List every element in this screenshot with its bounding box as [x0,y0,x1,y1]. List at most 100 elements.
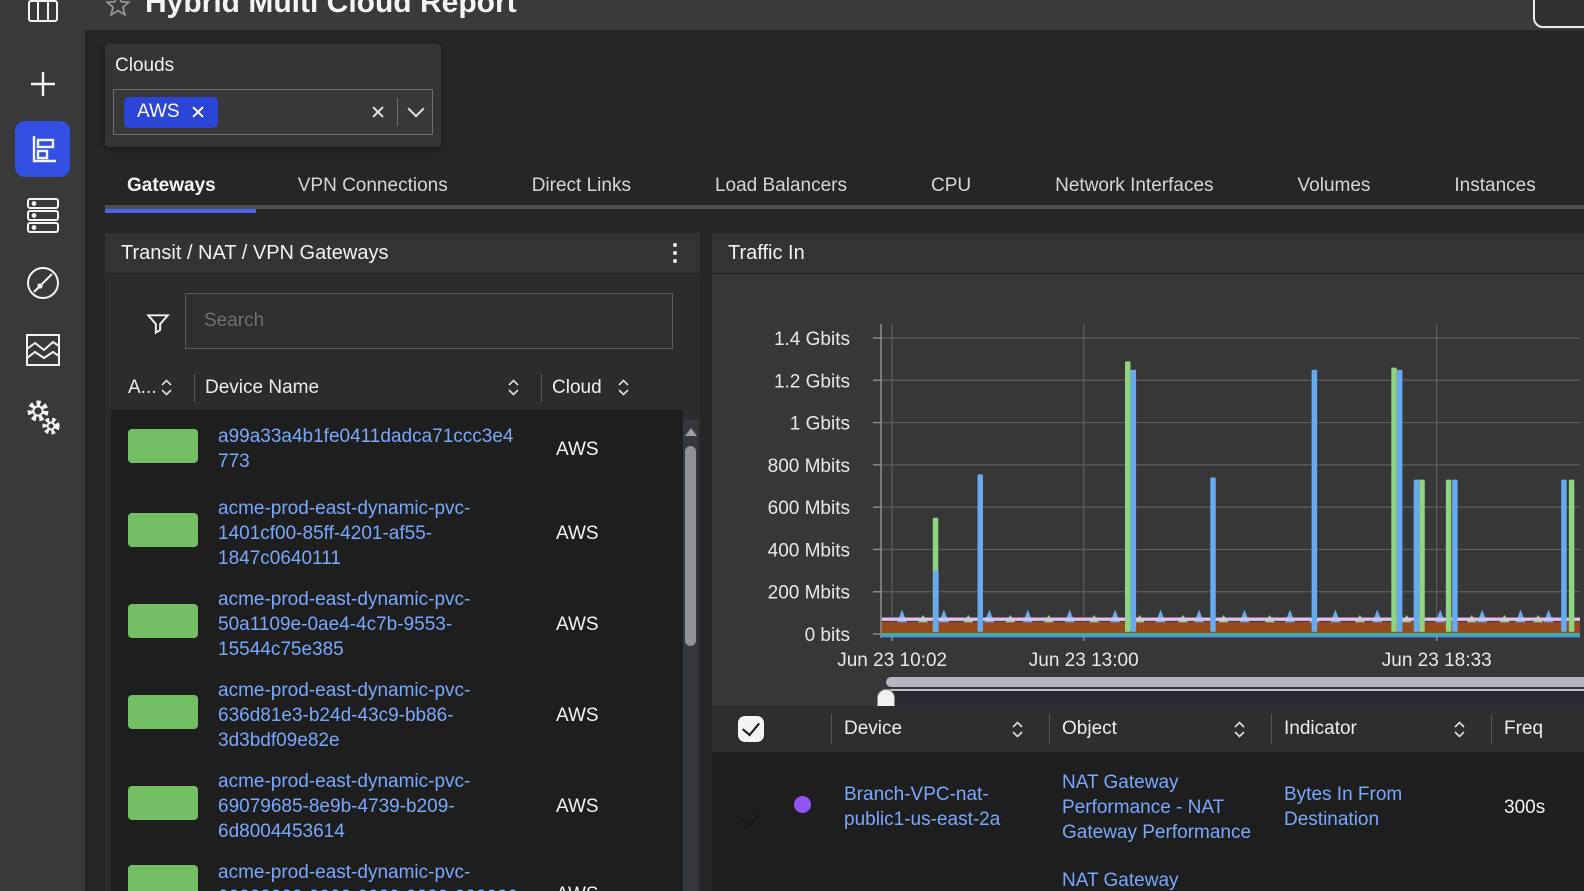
clouds-filter-label: Clouds [115,55,174,77]
tab-instances[interactable]: Instances [1412,168,1577,209]
tab-network-interfaces[interactable]: Network Interfaces [1013,168,1255,209]
gateways-panel-title: Transit / NAT / VPN Gateways [105,242,388,265]
device-link[interactable]: acme-prod-east-dynamic-pvc-1401cf00-85ff… [218,496,523,571]
column-header-freq[interactable]: Freq [1504,714,1584,744]
compass-icon[interactable] [0,255,85,311]
tab-load-balancers[interactable]: Load Balancers [673,168,889,209]
gateways-panel: Transit / NAT / VPN Gateways A... Device… [105,233,700,891]
cloud-value: AWS [523,794,683,819]
select-all-checkbox[interactable] [738,716,764,742]
data-table-icon[interactable] [0,0,85,42]
tab-bar: Gateways VPN Connections Direct Links Lo… [105,168,1584,209]
gateways-table-body: a99a33a4b1fe0411dadca71ccc3e4773 AWS acm… [111,410,683,891]
sort-icon[interactable] [1452,720,1467,739]
table-row[interactable]: acme-prod-east-dynamic-pvc-69079685-8e9b… [111,761,683,852]
inventory-icon[interactable] [0,188,85,244]
page-title: Hybrid Multi Cloud Report [145,0,517,20]
search-input[interactable] [185,293,673,349]
selected-cloud-tag[interactable]: AWS [124,97,218,128]
object-link[interactable]: NAT Gateway Performance - NAT Gateway Pe… [1062,770,1284,845]
table-row[interactable]: Branch-VPC-nat-public1-us-east-2a NAT Ga… [712,752,1584,862]
chart-zoom-track[interactable] [886,677,1584,687]
column-header-cloud[interactable]: Cloud [552,374,700,402]
svg-text:1.2 Gbits: 1.2 Gbits [774,371,850,392]
tab-vpn-connections[interactable]: VPN Connections [256,168,490,209]
sort-icon[interactable] [616,378,631,397]
traffic-panel-header: Traffic In [712,233,1584,274]
svg-text:0 bits: 0 bits [805,625,850,646]
svg-text:1.4 Gbits: 1.4 Gbits [774,329,850,350]
chevron-down-icon[interactable] [408,101,425,118]
sort-icon[interactable] [506,378,521,397]
traffic-chart: 1.4 Gbits1.2 Gbits1 Gbits800 Mbits600 Mb… [712,316,1584,676]
column-header-device-name[interactable]: Device Name [205,374,542,402]
cloud-value: AWS [523,437,683,462]
object-link[interactable]: NAT Gateway [1062,868,1284,891]
column-header-color [794,714,832,744]
tab-cpu[interactable]: CPU [889,168,1013,209]
gateways-table-header: A... Device Name Cloud [105,365,700,410]
device-link[interactable]: Branch-VPC-nat-public1-us-east-2a [844,782,1062,832]
top-bar: Hybrid Multi Cloud Report [85,0,1584,30]
sort-icon[interactable] [1010,720,1025,739]
table-row[interactable]: acme-prod-east-dynamic-pvc-636d81e3-b24d… [111,670,683,761]
column-header-indicator[interactable]: Indicator [1284,714,1492,744]
clouds-filter-card: Clouds AWS [105,44,441,147]
device-link[interactable]: acme-prod-east-dynamic-pvc-50a1109e-0ae4… [218,587,523,662]
status-badge [128,865,198,891]
status-badge [128,786,198,820]
cloud-value: AWS [523,882,683,891]
status-badge [128,429,198,463]
series-dot [794,796,811,813]
svg-text:Jun 23 18:33: Jun 23 18:33 [1382,650,1492,671]
svg-text:Jun 23 10:02: Jun 23 10:02 [837,650,947,671]
table-row[interactable]: acme-prod-east-dynamic-pvc-1401cf00-85ff… [111,488,683,579]
overflow-menu-icon[interactable] [660,238,690,268]
device-link[interactable]: a99a33a4b1fe0411dadca71ccc3e4773 [218,424,523,474]
filter-icon[interactable] [145,311,171,342]
svg-text:1 Gbits: 1 Gbits [790,414,850,435]
cloud-value: AWS [523,703,683,728]
selected-cloud-tag-label: AWS [137,101,180,123]
device-link[interactable]: acme-prod-east-dynamic-pvc-00000000-0000… [218,860,523,891]
sort-icon[interactable] [159,378,174,397]
scroll-up-icon[interactable] [685,428,697,436]
table-row[interactable]: acme-prod-east-dynamic-pvc-50a1109e-0ae4… [111,579,683,670]
svg-text:Jun 23 13:00: Jun 23 13:00 [1029,650,1139,671]
table-row[interactable]: acme-prod-east-dynamic-pvc-00000000-0000… [111,852,683,891]
add-icon[interactable] [0,56,85,112]
device-link[interactable]: acme-prod-east-dynamic-pvc-69079685-8e9b… [218,769,523,844]
scrollbar-thumb[interactable] [685,446,696,646]
traffic-panel-title: Traffic In [712,242,805,265]
clear-selection-icon[interactable] [371,105,385,119]
clouds-multiselect[interactable]: AWS [113,89,433,135]
tab-direct-links[interactable]: Direct Links [490,168,673,209]
table-row[interactable]: a99a33a4b1fe0411dadca71ccc3e4773 AWS [111,410,683,488]
column-header-device[interactable]: Device [844,714,1050,744]
column-header-object[interactable]: Object [1062,714,1272,744]
indicator-link[interactable]: Bytes In From Destination [1284,782,1504,832]
tab-volumes[interactable]: Volumes [1256,168,1413,209]
report-icon[interactable] [15,121,70,177]
svg-text:200 Mbits: 200 Mbits [768,583,850,604]
tab-gateways[interactable]: Gateways [105,168,256,209]
favorite-star-icon[interactable] [105,0,131,23]
traffic-table-body: Branch-VPC-nat-public1-us-east-2a NAT Ga… [712,752,1584,891]
status-badge [128,513,198,547]
area-chart-icon[interactable] [0,322,85,378]
sidebar [0,0,85,891]
settings-gears-icon[interactable] [0,390,85,446]
traffic-chart-zone: 1.4 Gbits1.2 Gbits1 Gbits800 Mbits600 Mb… [712,274,1584,706]
svg-text:400 Mbits: 400 Mbits [768,540,850,561]
header-action-button[interactable] [1533,0,1584,28]
table-row[interactable]: NAT Gateway [712,862,1584,891]
tag-remove-icon[interactable] [191,105,205,119]
status-badge [128,604,198,638]
app-root: Hybrid Multi Cloud Report Clouds AWS Gat… [0,0,1584,891]
vertical-scrollbar[interactable] [683,420,698,891]
svg-text:800 Mbits: 800 Mbits [768,456,850,477]
sort-icon[interactable] [1232,720,1247,739]
freq-value: 300s [1504,795,1584,820]
device-link[interactable]: acme-prod-east-dynamic-pvc-636d81e3-b24d… [218,678,523,753]
column-header-status[interactable]: A... [128,374,195,402]
